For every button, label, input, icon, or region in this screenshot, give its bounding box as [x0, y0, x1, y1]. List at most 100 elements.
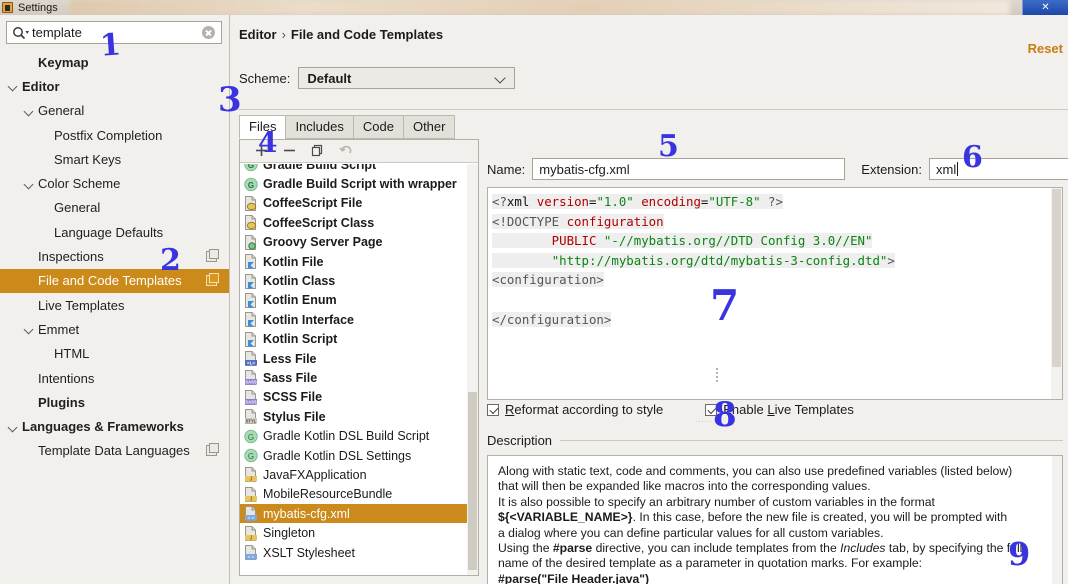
editor-resize-grip[interactable]	[716, 366, 723, 382]
template-list-item[interactable]: Kotlin Class	[240, 271, 478, 290]
svg-text:<L>: <L>	[247, 360, 255, 365]
template-code-editor[interactable]: <?xml version="1.0" encoding="UTF-8" ?> …	[487, 187, 1063, 400]
sidebar-item-live-templates[interactable]: Live Templates	[0, 293, 229, 317]
close-icon[interactable]: ✕	[1022, 0, 1068, 15]
sidebar-item-intentions[interactable]: Intentions	[0, 366, 229, 390]
reset-template-button[interactable]	[334, 141, 362, 161]
template-list-item[interactable]: J JavaFXApplication	[240, 465, 478, 484]
sidebar-item-editor[interactable]: Editor	[0, 74, 229, 98]
sidebar-item-template-data-languages[interactable]: Template Data Languages	[0, 439, 229, 463]
template-list-item[interactable]: < > mybatis-cfg.xml	[240, 504, 478, 524]
sidebar-item-smart-keys[interactable]: Smart Keys	[0, 147, 229, 171]
template-list-item[interactable]: <L> Less File	[240, 349, 478, 368]
add-template-button[interactable]	[250, 141, 278, 161]
remove-template-button[interactable]	[278, 141, 306, 161]
template-list-item[interactable]: Groovy Server Page	[240, 233, 478, 252]
editor-scrollbar-thumb[interactable]	[1052, 189, 1061, 367]
template-list-item[interactable]: Kotlin Enum	[240, 291, 478, 310]
code-l7-root-close: </configuration>	[492, 311, 612, 327]
tab-other[interactable]: Other	[402, 115, 456, 139]
svg-text:SASS: SASS	[245, 399, 257, 404]
breadcrumb-parent[interactable]: Editor	[239, 27, 277, 42]
sidebar-item-languages-frameworks[interactable]: Languages & Frameworks	[0, 414, 229, 438]
sidebar-item-label: Template Data Languages	[38, 443, 190, 459]
template-list-scroll[interactable]: G Gradle Build Script G Gradle Build Script…	[240, 164, 478, 575]
template-list-item[interactable]: J Singleton	[240, 523, 478, 542]
template-list-item[interactable]: Kotlin Interface	[240, 310, 478, 329]
template-name: Less File	[263, 351, 317, 366]
reformat-mnemonic: R	[505, 402, 515, 417]
chevron-down-icon[interactable]	[8, 80, 20, 92]
scheme-dropdown[interactable]: Default	[298, 67, 516, 89]
template-list-scrollbar[interactable]	[467, 164, 478, 575]
template-name: Gradle Kotlin DSL Settings	[263, 448, 412, 463]
template-list-item[interactable]: SASS Sass File	[240, 368, 478, 387]
tab-files[interactable]: Files	[239, 115, 287, 139]
sidebar-item-general[interactable]: General	[0, 196, 229, 220]
sidebar-item-label: Emmet	[38, 321, 80, 337]
window-title: Settings	[18, 1, 58, 14]
sidebar-item-postfix-completion[interactable]: Postfix Completion	[0, 123, 229, 147]
chevron-down-icon	[494, 72, 506, 84]
description-scrollbar[interactable]	[1052, 456, 1062, 584]
less-icon: <L>	[244, 351, 258, 367]
live-templates-checkbox[interactable]: Enable Live Templates	[705, 402, 854, 417]
sidebar-item-inspections[interactable]: Inspections	[0, 244, 229, 268]
kotlin-icon	[244, 312, 258, 328]
code-l3-public: PUBLIC	[492, 233, 604, 249]
chevron-down-icon[interactable]	[24, 178, 36, 190]
reset-link[interactable]: Reset	[1028, 41, 1063, 56]
reformat-checkbox[interactable]: Reformat according to style	[487, 402, 663, 417]
copy-scheme-icon[interactable]	[206, 273, 219, 287]
template-list-item[interactable]: G Gradle Kotlin DSL Settings	[240, 446, 478, 465]
template-name: Kotlin Enum	[263, 293, 337, 308]
description-header: Description	[487, 433, 1063, 448]
sidebar-item-file-and-code-templates[interactable]: File and Code Templates	[0, 268, 229, 293]
name-input[interactable]: mybatis-cfg.xml	[532, 158, 846, 180]
kotlin-icon	[244, 292, 258, 308]
extension-label: Extension:	[861, 161, 922, 177]
template-list-item[interactable]: < > XSLT Stylesheet	[240, 543, 478, 562]
chevron-down-icon[interactable]	[24, 105, 36, 117]
template-list-item[interactable]: G Gradle Build Script	[240, 164, 478, 174]
scrollbar-thumb[interactable]	[468, 392, 477, 570]
chevron-down-icon[interactable]	[8, 421, 20, 433]
editor-scrollbar[interactable]	[1051, 188, 1062, 399]
template-list-item[interactable]: SASS SCSS File	[240, 388, 478, 407]
sidebar-item-plugins[interactable]: Plugins	[0, 390, 229, 414]
sidebar-item-keymap[interactable]: Keymap	[0, 50, 229, 74]
template-code: <?xml version="1.0" encoding="UTF-8" ?> …	[488, 188, 1062, 329]
sidebar-item-general[interactable]: General	[0, 99, 229, 123]
extension-input[interactable]: xml	[929, 158, 1068, 180]
reformat-label-text: eformat according to style	[514, 402, 664, 417]
template-list-item[interactable]: G Gradle Build Script with wrapper	[240, 174, 478, 193]
code-l2-doctype: <!DOCTYPE	[492, 213, 560, 229]
template-list-item[interactable]: CoffeeScript Class	[240, 213, 478, 232]
sidebar-item-language-defaults[interactable]: Language Defaults	[0, 220, 229, 244]
tab-includes[interactable]: Includes	[285, 115, 354, 139]
sidebar-item-html[interactable]: HTML	[0, 342, 229, 366]
window-titlebar: Settings ✕	[0, 0, 1068, 15]
description-panel[interactable]: Along with static text, code and comment…	[487, 455, 1063, 584]
description-title: Description	[487, 433, 553, 448]
copy-scheme-icon[interactable]	[206, 249, 219, 263]
template-list-item[interactable]: G Gradle Kotlin DSL Build Script	[240, 426, 478, 445]
sidebar-item-label: Intentions	[38, 370, 95, 386]
copy-scheme-icon[interactable]	[206, 443, 219, 457]
template-list-item[interactable]: STYL Stylus File	[240, 407, 478, 426]
code-l2-name: configuration	[559, 213, 664, 229]
template-list-item[interactable]: Kotlin Script	[240, 330, 478, 349]
copy-template-button[interactable]	[306, 141, 334, 161]
search-input[interactable]: template	[6, 21, 222, 44]
chevron-down-icon[interactable]	[24, 323, 36, 335]
template-list-item[interactable]: Kotlin File	[240, 252, 478, 271]
desc-line2: that will then be expanded like macros i…	[498, 479, 871, 494]
tab-code[interactable]: Code	[352, 115, 404, 139]
template-list-item[interactable]: J MobileResourceBundle	[240, 485, 478, 504]
clear-icon[interactable]	[202, 26, 215, 39]
sidebar-item-color-scheme[interactable]: Color Scheme	[0, 171, 229, 195]
template-list-item[interactable]: CoffeeScript File	[240, 194, 478, 213]
sidebar-item-emmet[interactable]: Emmet	[0, 317, 229, 341]
